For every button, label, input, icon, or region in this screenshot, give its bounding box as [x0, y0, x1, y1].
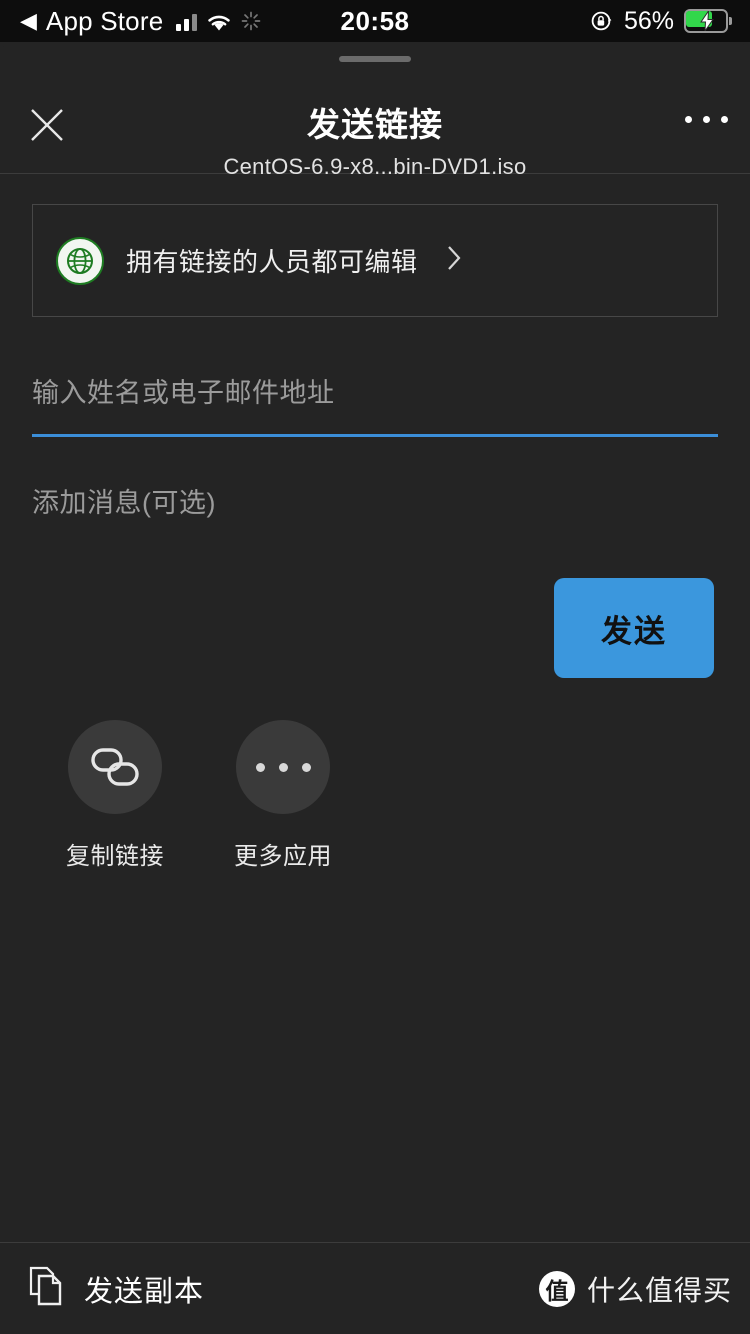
chevron-right-icon — [444, 241, 464, 280]
globe-icon — [56, 236, 104, 285]
app-screen: ◀ App Store 20:58 56% 发送链接 CentOS-6.9-x8… — [0, 0, 750, 1334]
send-row: 发送 — [0, 520, 750, 678]
duplicate-document-icon — [28, 1265, 66, 1312]
more-dots-icon — [236, 720, 330, 814]
page-title: 发送链接 — [307, 106, 443, 143]
recipients-placeholder: 输入姓名或电子邮件地址 — [32, 378, 335, 408]
file-name-label: CentOS-6.9-x8...bin-DVD1.iso — [223, 154, 527, 179]
watermark: 值 什么值得买 — [538, 1269, 750, 1309]
battery-charging-icon — [684, 9, 732, 33]
send-button[interactable]: 发送 — [554, 578, 714, 678]
more-dots-icon[interactable] — [685, 116, 728, 123]
watermark-badge: 值 — [538, 1270, 575, 1307]
send-copy-button[interactable]: 发送副本 — [0, 1265, 204, 1312]
bottom-bar: 发送副本 值 什么值得买 — [0, 1242, 750, 1334]
app-label: 更多应用 — [234, 843, 332, 870]
permission-label: 拥有链接的人员都可编辑 — [126, 247, 418, 277]
recipients-field[interactable]: 输入姓名或电子邮件地址 — [0, 317, 750, 437]
message-placeholder: 添加消息(可选) — [32, 488, 216, 518]
sheet-header: 发送链接 CentOS-6.9-x8...bin-DVD1.iso — [0, 62, 750, 179]
permission-row[interactable]: 拥有链接的人员都可编辑 — [32, 204, 718, 317]
app-label: 复制链接 — [66, 843, 164, 870]
watermark-text: 什么值得买 — [586, 1274, 732, 1306]
more-apps-action[interactable]: 更多应用 — [234, 720, 332, 871]
copy-link-action[interactable]: 复制链接 — [66, 720, 164, 871]
send-copy-label: 发送副本 — [84, 1275, 205, 1308]
header-titles: 发送链接 CentOS-6.9-x8...bin-DVD1.iso — [0, 62, 750, 180]
status-bar: ◀ App Store 20:58 56% — [0, 0, 750, 42]
app-shortcuts: 复制链接 更多应用 — [0, 678, 750, 871]
share-sheet: 发送链接 CentOS-6.9-x8...bin-DVD1.iso 拥有链接的人… — [0, 42, 750, 1334]
status-bar-clock: 20:58 — [340, 5, 410, 36]
permission-section: 拥有链接的人员都可编辑 — [0, 174, 750, 317]
chain-link-icon — [68, 720, 162, 814]
close-x-icon[interactable] — [26, 104, 68, 146]
message-field[interactable]: 添加消息(可选) — [0, 437, 750, 520]
